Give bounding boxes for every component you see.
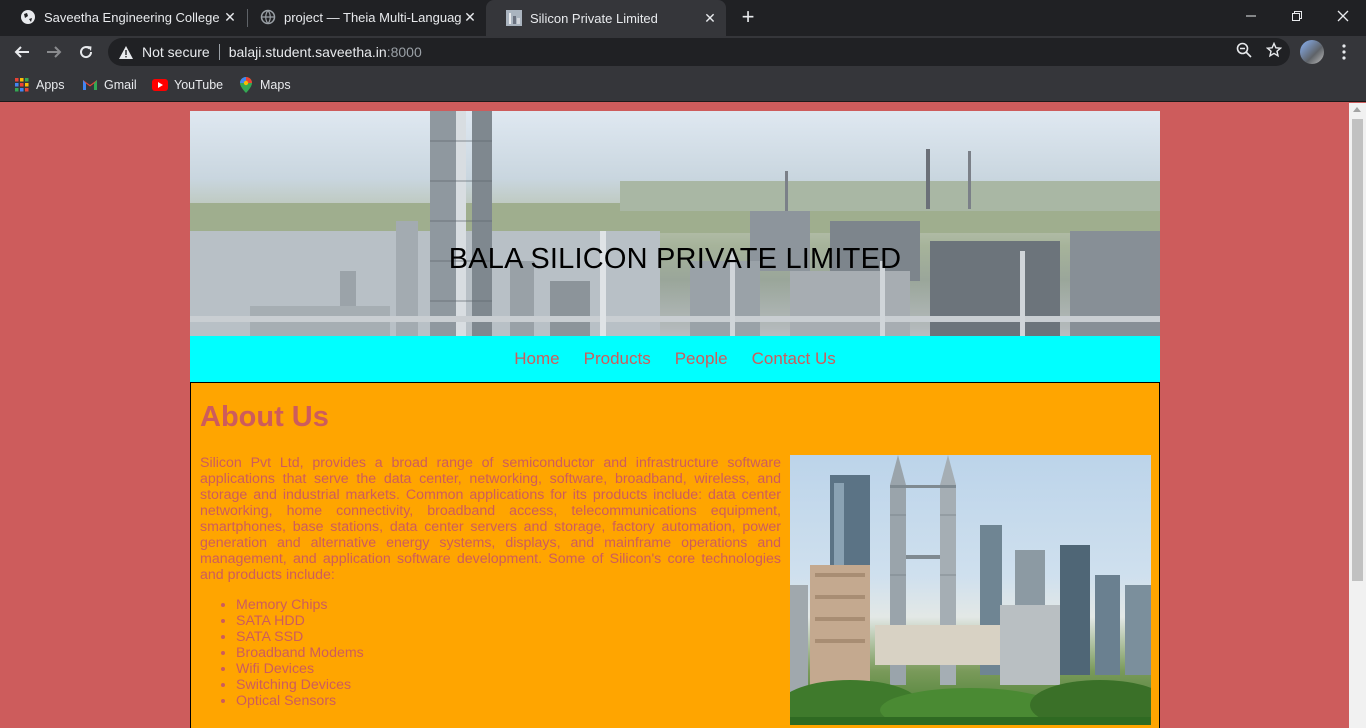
tab-title: Saveetha Engineering College <box>44 9 220 25</box>
globe-icon <box>260 9 276 25</box>
url-port[interactable]: :8000 <box>387 44 422 60</box>
nav-products-link[interactable]: Products <box>584 349 651 369</box>
site-nav: Home Products People Contact Us <box>190 336 1160 382</box>
refinery-image <box>190 111 1160 336</box>
minimize-icon[interactable] <box>1228 0 1274 32</box>
apps-grid-icon <box>14 77 30 93</box>
bookmark-label: Gmail <box>104 78 137 92</box>
list-item: Broadband Modems <box>236 645 364 661</box>
zoom-out-icon[interactable] <box>1236 42 1252 62</box>
product-list: Memory Chips SATA HDD SATA SSD Broadband… <box>236 597 364 709</box>
bookmark-maps[interactable]: Maps <box>238 75 291 95</box>
bookmark-label: Apps <box>36 78 65 92</box>
bookmark-gmail[interactable]: Gmail <box>82 75 137 95</box>
security-status-label[interactable]: Not secure <box>142 44 210 60</box>
list-item: Optical Sensors <box>236 693 364 709</box>
back-arrow-icon[interactable] <box>8 38 36 66</box>
site-container: BALA SILICON PRIVATE LIMITED Home Produc… <box>190 111 1160 728</box>
about-section: About Us Silicon Pvt Ltd, provides a bro… <box>190 382 1160 728</box>
bookmark-label: YouTube <box>174 78 224 92</box>
youtube-icon <box>152 77 168 93</box>
list-item: SATA SSD <box>236 629 364 645</box>
globe-icon <box>20 9 36 25</box>
scrollbar-thumb[interactable] <box>1352 119 1363 581</box>
bookmark-star-icon[interactable] <box>1265 41 1283 62</box>
tab-theia[interactable]: project — Theia Multi-Language ✕ <box>240 0 486 34</box>
browser-toolbar: Not secure balaji.student.saveetha.in :8… <box>0 36 1366 68</box>
forward-arrow-icon[interactable] <box>40 38 68 66</box>
scroll-up-arrow-icon[interactable] <box>1353 107 1361 112</box>
restore-icon[interactable] <box>1274 0 1320 32</box>
bookmark-youtube[interactable]: YouTube <box>152 75 223 95</box>
tab-title: project — Theia Multi-Language <box>284 9 462 25</box>
close-tab-icon[interactable]: ✕ <box>462 9 478 25</box>
nav-people-link[interactable]: People <box>675 349 728 369</box>
about-paragraph: Silicon Pvt Ltd, provides a broad range … <box>200 455 781 583</box>
tab-saveetha[interactable]: Saveetha Engineering College ✕ <box>0 0 246 34</box>
url-host[interactable]: balaji.student.saveetha.in <box>229 44 387 60</box>
list-item: Wifi Devices <box>236 661 364 677</box>
page-viewport: BALA SILICON PRIVATE LIMITED Home Produc… <box>0 103 1349 728</box>
bookmark-label: Maps <box>260 78 291 92</box>
profile-avatar[interactable] <box>1300 40 1324 64</box>
city-skyline-image <box>790 455 1151 725</box>
nav-contact-link[interactable]: Contact Us <box>752 349 836 369</box>
tab-title: Silicon Private Limited <box>530 10 658 26</box>
list-item: Memory Chips <box>236 597 364 613</box>
close-window-icon[interactable] <box>1320 0 1366 32</box>
list-item: SATA HDD <box>236 613 364 629</box>
browser-menu-icon[interactable] <box>1336 42 1352 62</box>
about-heading: About Us <box>200 401 329 433</box>
reload-icon[interactable] <box>72 38 100 66</box>
warning-triangle-icon[interactable] <box>118 44 134 60</box>
close-tab-icon[interactable]: ✕ <box>702 10 718 26</box>
nav-home-link[interactable]: Home <box>514 349 559 369</box>
new-tab-plus-icon[interactable]: + <box>736 4 760 29</box>
bookmark-apps[interactable]: Apps <box>14 75 65 95</box>
site-thumbnail-icon <box>506 10 522 26</box>
company-banner-title: BALA SILICON PRIVATE LIMITED <box>448 243 902 275</box>
address-divider <box>218 44 220 60</box>
maps-pin-icon <box>238 77 254 93</box>
gmail-icon <box>82 77 98 93</box>
list-item: Switching Devices <box>236 677 364 693</box>
banner: BALA SILICON PRIVATE LIMITED <box>190 111 1160 336</box>
tab-strip: Saveetha Engineering College ✕ project —… <box>0 0 1366 36</box>
tab-silicon[interactable]: Silicon Private Limited ✕ <box>486 0 726 36</box>
address-bar[interactable]: Not secure balaji.student.saveetha.in :8… <box>108 38 1290 66</box>
bookmarks-bar: Apps Gmail YouTube Maps <box>0 68 1366 102</box>
close-tab-icon[interactable]: ✕ <box>222 9 238 25</box>
page-scrollbar[interactable] <box>1349 103 1366 728</box>
